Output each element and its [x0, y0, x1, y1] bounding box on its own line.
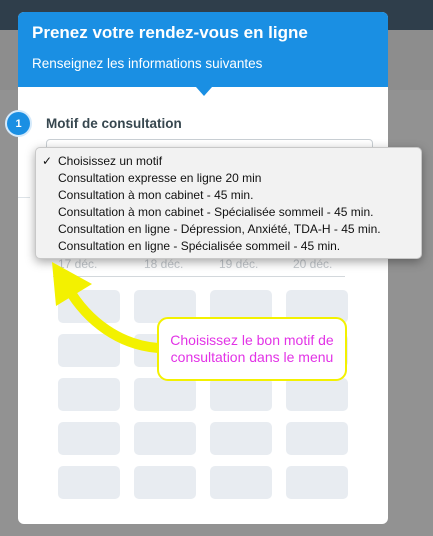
time-slot[interactable]	[286, 466, 348, 499]
time-slot[interactable]	[134, 422, 196, 455]
dropdown-option[interactable]: Consultation à mon cabinet - Spécialisée…	[36, 204, 421, 221]
step-label: Motif de consultation	[46, 116, 182, 131]
booking-title: Prenez votre rendez-vous en ligne	[32, 23, 308, 42]
time-slot[interactable]	[58, 378, 120, 411]
time-slot[interactable]	[210, 466, 272, 499]
booking-subtitle: Renseignez les informations suivantes	[32, 56, 263, 71]
time-slot[interactable]	[134, 378, 196, 411]
time-slot[interactable]	[210, 378, 272, 411]
booking-card-header: Prenez votre rendez-vous en ligne Rensei…	[18, 12, 388, 96]
time-slot[interactable]	[210, 422, 272, 455]
option-label: Consultation à mon cabinet - 45 min.	[58, 188, 254, 202]
calendar-day: 18 déc.	[144, 257, 184, 271]
calendar-day: 19 déc.	[219, 257, 259, 271]
dropdown-option[interactable]: Consultation en ligne - Spécialisée somm…	[36, 238, 421, 255]
time-slot[interactable]	[58, 334, 120, 367]
step-number-badge: 1	[5, 110, 32, 137]
dropdown-option[interactable]: Consultation expresse en ligne 20 min	[36, 170, 421, 187]
calendar-header-line	[53, 276, 345, 277]
time-slot[interactable]	[58, 422, 120, 455]
time-slot[interactable]	[134, 466, 196, 499]
calendar-day: 17 déc.	[58, 257, 98, 271]
time-slot[interactable]	[58, 290, 120, 323]
reason-dropdown-menu: ✓ Choisissez un motif Consultation expre…	[35, 147, 422, 259]
option-label: Consultation expresse en ligne 20 min	[58, 171, 262, 185]
annotation-callout: Choisissez le bon motif de consultation …	[157, 317, 347, 381]
checkmark-icon: ✓	[42, 154, 53, 168]
dropdown-option-selected[interactable]: ✓ Choisissez un motif	[36, 153, 421, 170]
option-label: Consultation en ligne - Spécialisée somm…	[58, 239, 341, 253]
time-slot[interactable]	[286, 422, 348, 455]
section-divider	[18, 197, 30, 198]
header-pointer	[196, 87, 212, 96]
calendar-days-header: 17 déc. 18 déc. 19 déc. 20 déc.	[46, 257, 346, 277]
dropdown-option[interactable]: Consultation à mon cabinet - 45 min.	[36, 187, 421, 204]
option-label: Consultation en ligne - Dépression, Anxi…	[58, 222, 381, 236]
option-label: Choisissez un motif	[58, 154, 163, 168]
time-slot[interactable]	[286, 378, 348, 411]
dropdown-option[interactable]: Consultation en ligne - Dépression, Anxi…	[36, 221, 421, 238]
booking-card: Prenez votre rendez-vous en ligne Rensei…	[5, 12, 388, 524]
time-slot[interactable]	[58, 466, 120, 499]
option-label: Consultation à mon cabinet - Spécialisée…	[58, 205, 374, 219]
calendar-day: 20 déc.	[293, 257, 333, 271]
